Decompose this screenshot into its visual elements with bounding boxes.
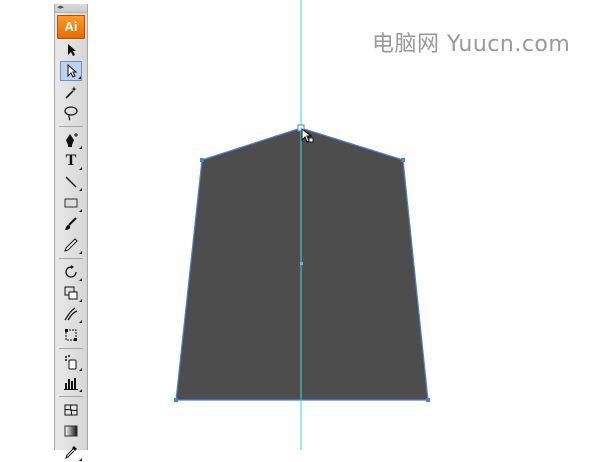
selection-tool[interactable] xyxy=(60,40,82,60)
free-transform-tool[interactable] xyxy=(60,325,82,345)
submenu-indicator xyxy=(76,146,82,149)
anchor-point-left-top[interactable] xyxy=(200,158,204,162)
submenu-indicator xyxy=(75,76,81,79)
column-graph-tool[interactable] xyxy=(60,373,82,393)
eyedropper-tool[interactable] xyxy=(60,442,82,462)
submenu-indicator xyxy=(76,251,82,254)
lasso-icon xyxy=(64,106,78,121)
center-point xyxy=(300,262,303,265)
lasso-tool[interactable] xyxy=(60,103,82,123)
submenu-indicator xyxy=(76,278,82,281)
line-segment-tool[interactable] xyxy=(60,172,82,192)
anchor-point-left-bottom[interactable] xyxy=(174,398,178,402)
panel-grip[interactable]: ◂▸ xyxy=(55,4,87,13)
tool-separator xyxy=(59,348,83,349)
artboard-canvas[interactable] xyxy=(0,0,600,450)
free-transform-icon xyxy=(65,329,77,341)
scale-tool[interactable] xyxy=(60,283,82,303)
app-logo: Ai xyxy=(57,15,85,39)
tool-separator xyxy=(59,258,83,259)
submenu-indicator xyxy=(76,320,82,323)
mesh-icon xyxy=(64,404,78,416)
type-tool[interactable]: T xyxy=(60,151,82,171)
rotate-tool[interactable] xyxy=(60,262,82,282)
tools-panel: ◂▸ Ai T xyxy=(54,4,88,461)
pencil-tool[interactable] xyxy=(60,235,82,255)
brush-icon xyxy=(65,217,77,230)
paintbrush-tool[interactable] xyxy=(60,214,82,234)
submenu-indicator xyxy=(76,368,82,371)
mesh-tool[interactable] xyxy=(60,400,82,420)
type-icon: T xyxy=(65,152,77,169)
arrow-icon xyxy=(68,44,76,56)
warp-tool[interactable] xyxy=(60,304,82,324)
gradient-tool[interactable] xyxy=(60,421,82,441)
magic-wand-icon xyxy=(65,86,77,99)
submenu-indicator xyxy=(76,209,82,212)
anchor-point-right-top[interactable] xyxy=(401,158,405,162)
watermark-text: 电脑网 Yuucn.com xyxy=(372,32,571,57)
tool-separator xyxy=(59,396,83,397)
submenu-indicator xyxy=(76,188,82,191)
submenu-indicator xyxy=(76,167,82,170)
rectangle-tool[interactable] xyxy=(60,193,82,213)
anchor-point-right-bottom[interactable] xyxy=(426,398,430,402)
submenu-indicator xyxy=(76,458,82,461)
submenu-indicator xyxy=(76,389,82,392)
tool-separator xyxy=(59,126,83,127)
magic-wand-tool[interactable] xyxy=(60,82,82,102)
symbol-sprayer-tool[interactable] xyxy=(60,352,82,372)
pen-tool[interactable] xyxy=(60,130,82,150)
submenu-indicator xyxy=(76,299,82,302)
gradient-icon xyxy=(64,425,78,437)
direct-selection-tool[interactable] xyxy=(60,61,82,81)
